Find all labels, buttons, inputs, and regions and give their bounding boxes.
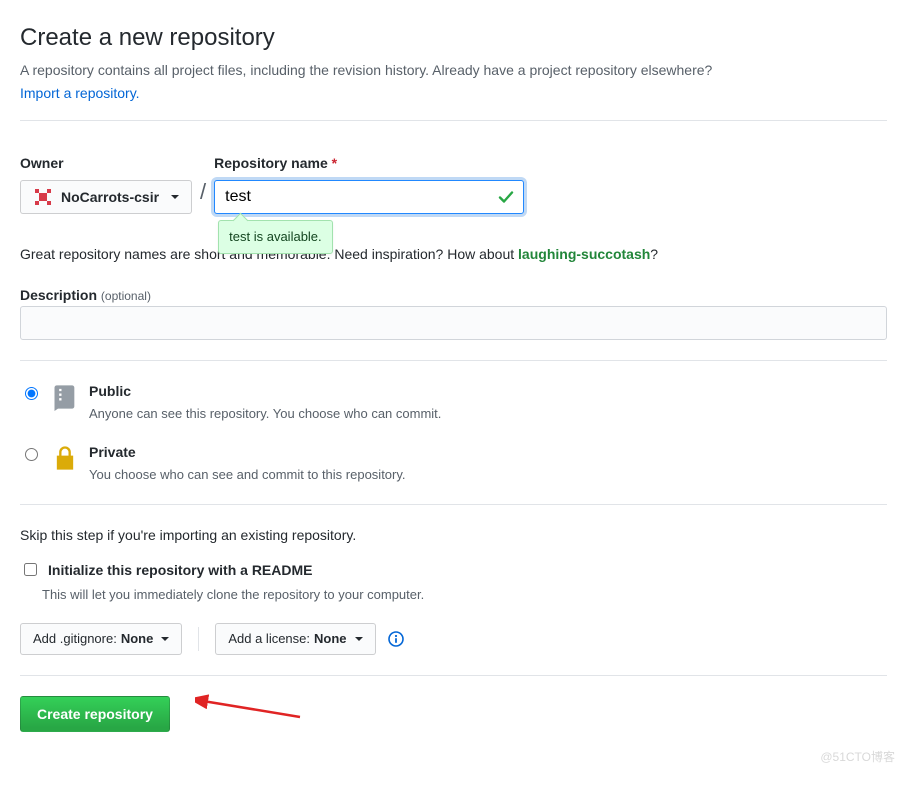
- import-repository-link[interactable]: Import a repository.: [20, 85, 140, 101]
- initialize-readme-title: Initialize this repository with a README: [48, 560, 312, 581]
- visibility-public-desc: Anyone can see this repository. You choo…: [89, 404, 441, 424]
- annotation-arrow-icon: [195, 689, 305, 729]
- owner-label: Owner: [20, 153, 192, 174]
- visibility-private-radio[interactable]: [25, 448, 38, 461]
- add-license-button[interactable]: Add a license: None: [215, 623, 375, 655]
- repo-name-input[interactable]: [214, 180, 524, 214]
- page-subhead: A repository contains all project files,…: [20, 60, 887, 81]
- owner-selected-name: NoCarrots-csir: [61, 187, 159, 208]
- visibility-public-title: Public: [89, 381, 441, 402]
- visibility-public-radio[interactable]: [25, 387, 38, 400]
- owner-select-button[interactable]: NoCarrots-csir: [20, 180, 192, 214]
- owner-avatar-icon: [33, 187, 53, 207]
- watermark-text: @51CTO博客: [820, 748, 895, 766]
- skip-import-text: Skip this step if you're importing an ex…: [20, 525, 887, 546]
- divider: [20, 504, 887, 505]
- caret-down-icon: [161, 637, 169, 641]
- initialize-readme-checkbox[interactable]: [24, 563, 37, 576]
- info-icon[interactable]: [388, 631, 404, 647]
- add-gitignore-button[interactable]: Add .gitignore: None: [20, 623, 182, 655]
- visibility-public-option[interactable]: Public Anyone can see this repository. Y…: [20, 381, 887, 424]
- divider: [20, 360, 887, 361]
- caret-down-icon: [171, 195, 179, 199]
- visibility-private-desc: You choose who can see and commit to thi…: [89, 465, 406, 485]
- description-input[interactable]: [20, 306, 887, 340]
- divider: [20, 120, 887, 121]
- required-asterisk: *: [332, 155, 337, 171]
- create-repository-button[interactable]: Create repository: [20, 696, 170, 732]
- divider: [20, 675, 887, 676]
- repo-name-hint: Great repository names are short and mem…: [20, 244, 887, 265]
- visibility-private-title: Private: [89, 442, 406, 463]
- caret-down-icon: [355, 637, 363, 641]
- repo-name-label: Repository name *: [214, 153, 524, 174]
- availability-tooltip: test is available.: [218, 220, 333, 254]
- page-title: Create a new repository: [20, 20, 887, 56]
- lock-icon: [51, 444, 79, 472]
- check-icon: [498, 189, 514, 211]
- owner-repo-separator: /: [200, 175, 206, 214]
- repo-name-suggestion[interactable]: laughing-succotash: [518, 246, 650, 262]
- description-label: Description (optional): [20, 287, 151, 303]
- vertical-separator: [198, 627, 199, 651]
- optional-label: (optional): [101, 289, 151, 303]
- initialize-readme-desc: This will let you immediately clone the …: [42, 585, 887, 605]
- repo-public-icon: [51, 383, 79, 411]
- visibility-private-option[interactable]: Private You choose who can see and commi…: [20, 442, 887, 485]
